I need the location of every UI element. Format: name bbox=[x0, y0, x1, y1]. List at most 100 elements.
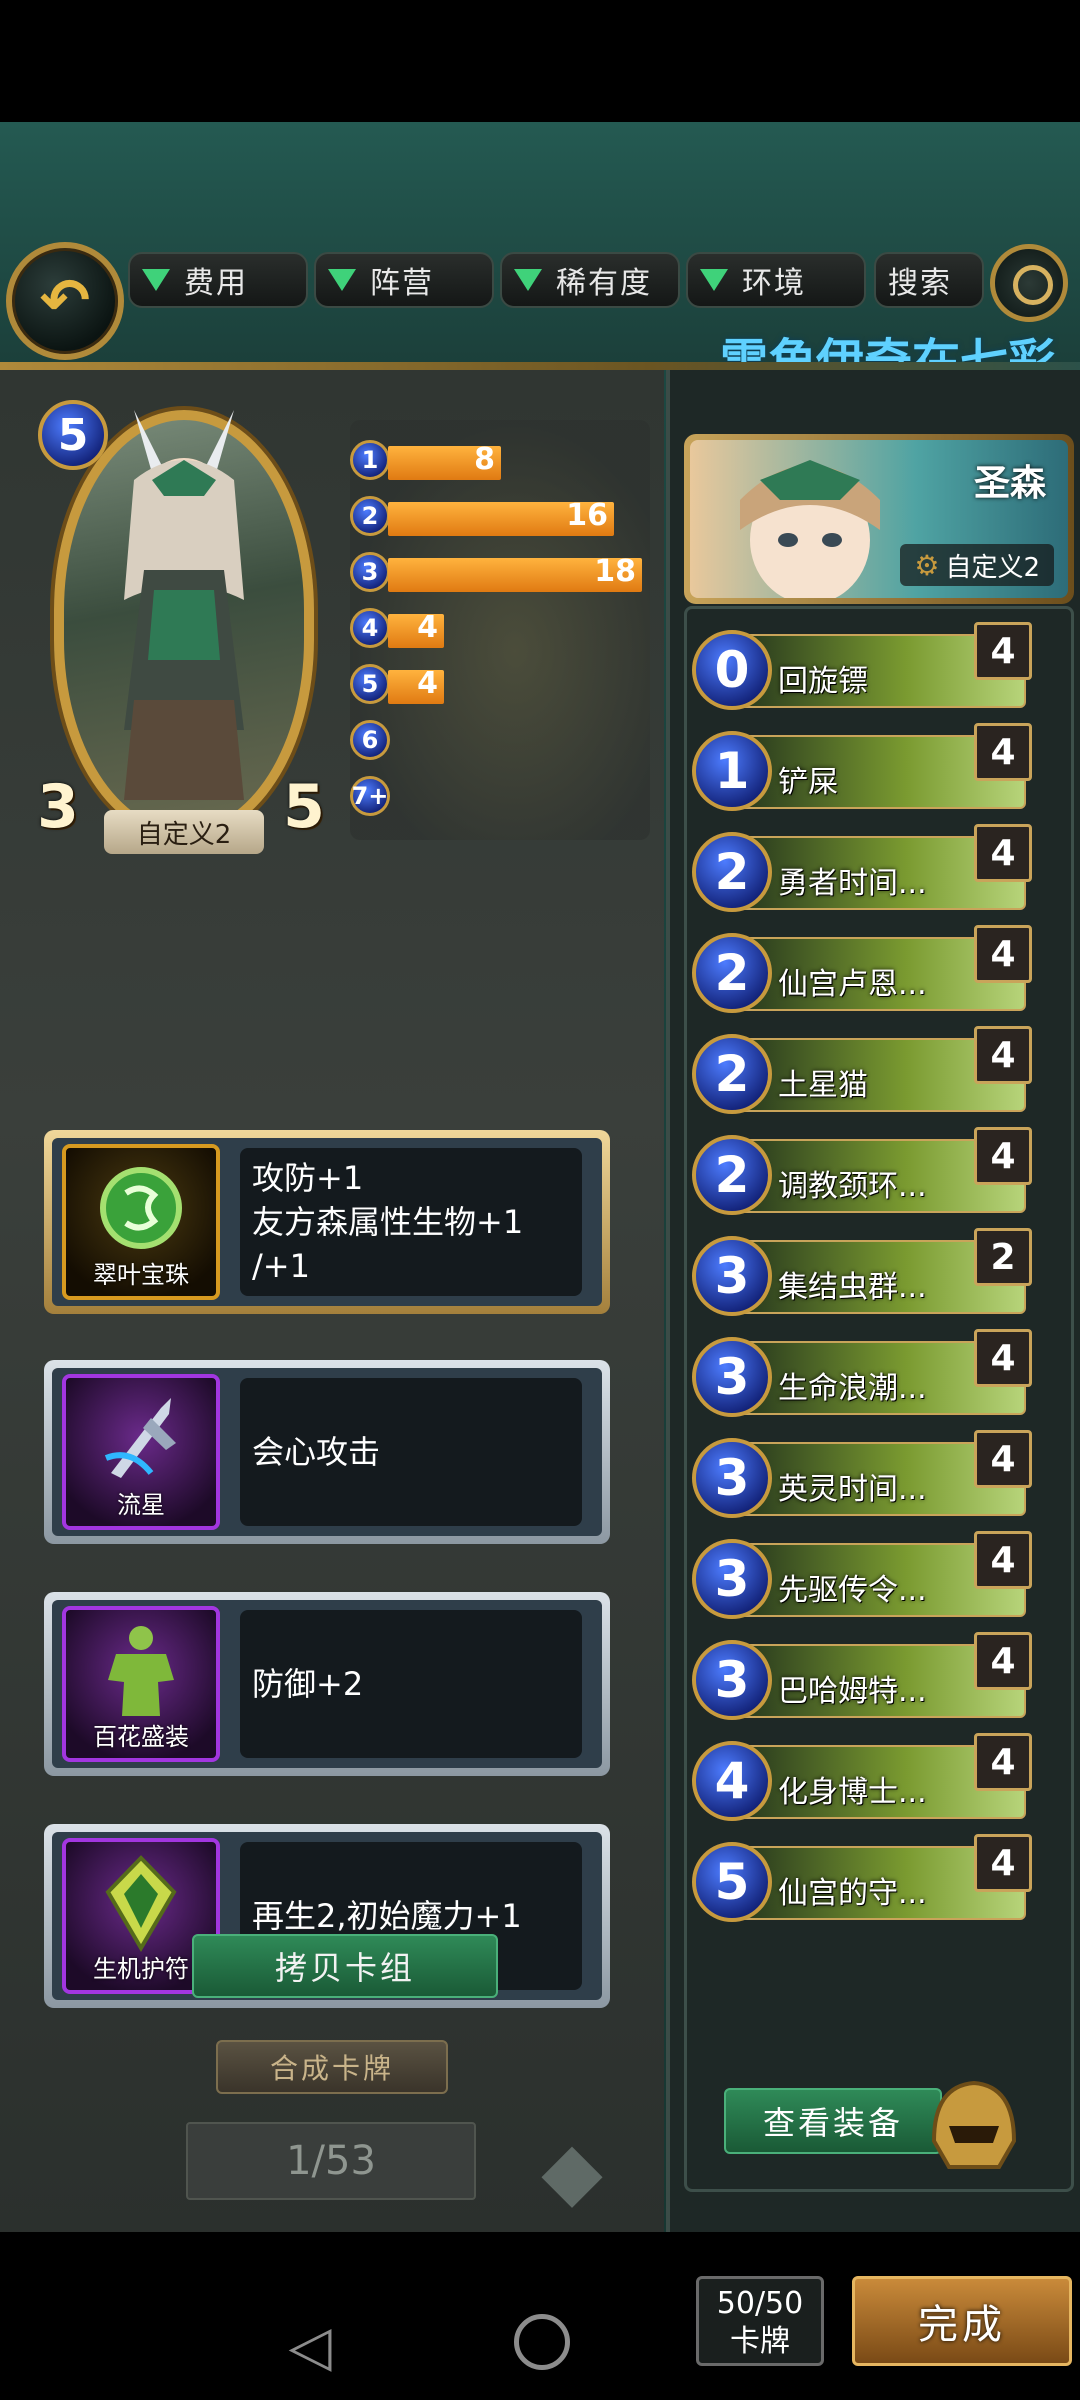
card-list-item[interactable]: 5 仙宫的守... 4 bbox=[692, 1834, 1032, 1924]
filter-rarity-label: 稀有度 bbox=[556, 266, 652, 301]
mana-curve-row: 7+ bbox=[350, 774, 650, 818]
card-list-item[interactable]: 3 巴哈姆特... 4 bbox=[692, 1632, 1032, 1722]
card-cost-gem: 0 bbox=[692, 630, 772, 710]
card-copy-count: 4 bbox=[974, 1430, 1032, 1488]
mana-curve-count: 18 bbox=[594, 554, 636, 589]
chevron-down-icon bbox=[142, 269, 170, 291]
back-arrow-icon: ↶ bbox=[39, 266, 91, 336]
equipment-desc-line: 再生2,初始魔力+1 bbox=[252, 1897, 522, 1935]
hero-name: 圣森 bbox=[973, 463, 1046, 504]
card-copy-count: 4 bbox=[974, 1329, 1032, 1387]
orb-icon bbox=[66, 1158, 216, 1258]
card-list[interactable]: 0 回旋镖 4 1 铲屎 4 2 勇者时间... 4 2 仙宫卢恩... 4 2 土星猫 4 2 调教颈环...… bbox=[692, 622, 1036, 2030]
done-button-overlay[interactable]: 完成 bbox=[852, 2276, 1072, 2366]
search-field[interactable]: 搜索 bbox=[874, 252, 984, 308]
card-copy-count: 2 bbox=[974, 1228, 1032, 1286]
mana-curve-count: 16 bbox=[566, 498, 608, 533]
equipment-icon-box: 百花盛装 bbox=[62, 1606, 220, 1762]
card-name: 巴哈姆特... bbox=[778, 1674, 927, 1709]
search-label: 搜索 bbox=[888, 266, 952, 301]
card-cost-gem: 3 bbox=[692, 1640, 772, 1720]
mana-curve-count: 8 bbox=[474, 442, 495, 477]
card-list-item[interactable]: 2 仙宫卢恩... 4 bbox=[692, 925, 1032, 1015]
character-name: 自定义2 bbox=[104, 810, 264, 854]
card-cost-gem: 2 bbox=[692, 1135, 772, 1215]
character-card[interactable]: 5 3 5 自定义2 bbox=[14, 370, 334, 870]
card-copy-count: 4 bbox=[974, 1632, 1032, 1690]
equipment-description: 会心攻击 bbox=[240, 1378, 582, 1526]
card-copy-count: 4 bbox=[974, 723, 1032, 781]
character-attack: 3 bbox=[37, 772, 79, 842]
mana-curve-count: 4 bbox=[417, 610, 438, 645]
mana-cost-gem: 6 bbox=[350, 720, 390, 760]
equipment-slot-3[interactable]: 百花盛装 防御+2 bbox=[44, 1592, 610, 1776]
deck-count-value: 50/50 bbox=[716, 2286, 804, 2321]
filter-cost[interactable]: 费用 bbox=[128, 252, 308, 308]
card-list-item[interactable]: 1 铲屎 4 bbox=[692, 723, 1032, 813]
filter-faction[interactable]: 阵营 bbox=[314, 252, 494, 308]
filter-environment[interactable]: 环境 bbox=[686, 252, 866, 308]
mana-cost-gem: 7+ bbox=[350, 776, 390, 816]
card-copy-count: 4 bbox=[974, 1733, 1032, 1791]
mana-cost-gem: 2 bbox=[350, 496, 390, 536]
chevron-down-icon bbox=[700, 269, 728, 291]
next-page-icon[interactable]: ◆ bbox=[524, 2122, 620, 2218]
character-portrait bbox=[124, 410, 244, 800]
card-name: 集结虫群... bbox=[778, 1270, 927, 1305]
back-button[interactable]: ↶ bbox=[6, 242, 124, 360]
card-copy-count: 4 bbox=[974, 1127, 1032, 1185]
spear-icon bbox=[66, 1388, 216, 1488]
nav-back-icon[interactable]: ◁ bbox=[280, 2314, 340, 2379]
card-name: 回旋镖 bbox=[778, 664, 868, 699]
card-name: 调教颈环... bbox=[778, 1169, 927, 1204]
equipment-desc-line: /+1 bbox=[252, 1247, 310, 1285]
equipment-description: 防御+2 bbox=[240, 1610, 582, 1758]
card-list-item[interactable]: 0 回旋镖 4 bbox=[692, 622, 1032, 712]
equipment-slot-2[interactable]: 流星 会心攻击 bbox=[44, 1360, 610, 1544]
card-cost-gem: 3 bbox=[692, 1236, 772, 1316]
equipment-desc-line: 攻防+1 bbox=[252, 1159, 364, 1197]
equipment-name: 流星 bbox=[117, 1491, 165, 1519]
card-list-item[interactable]: 3 生命浪潮... 4 bbox=[692, 1329, 1032, 1419]
equipment-name: 翠叶宝珠 bbox=[93, 1261, 189, 1289]
mana-cost-gem: 3 bbox=[350, 552, 390, 592]
character-cost-gem: 5 bbox=[38, 400, 108, 470]
card-name: 化身博士... bbox=[778, 1775, 927, 1810]
card-copy-count: 4 bbox=[974, 1834, 1032, 1892]
filter-environment-label: 环境 bbox=[742, 266, 806, 301]
hero-portrait bbox=[740, 460, 880, 598]
mana-curve-row: 2 16 bbox=[350, 494, 650, 538]
card-list-item[interactable]: 3 先驱传令... 4 bbox=[692, 1531, 1032, 1621]
filter-rarity[interactable]: 稀有度 bbox=[500, 252, 680, 308]
nav-home-icon[interactable] bbox=[514, 2314, 570, 2370]
card-list-item[interactable]: 3 英灵时间... 4 bbox=[692, 1430, 1032, 1520]
status-bar bbox=[0, 0, 1080, 122]
card-list-item[interactable]: 4 化身博士... 4 bbox=[692, 1733, 1032, 1823]
card-copy-count: 4 bbox=[974, 1531, 1032, 1589]
card-list-item[interactable]: 3 集结虫群... 2 bbox=[692, 1228, 1032, 1318]
card-cost-gem: 3 bbox=[692, 1539, 772, 1619]
equipment-icon-box: 流星 bbox=[62, 1374, 220, 1530]
equipment-slot-1[interactable]: 翠叶宝珠 攻防+1 友方森属性生物+1 /+1 bbox=[44, 1130, 610, 1314]
hero-subtitle: 自定义2 bbox=[945, 552, 1040, 583]
card-cost-gem: 3 bbox=[692, 1438, 772, 1518]
hero-art: 圣森 ⚙ 自定义2 bbox=[690, 440, 1068, 598]
filter-cost-label: 费用 bbox=[184, 266, 248, 301]
chevron-down-icon bbox=[514, 269, 542, 291]
divider bbox=[0, 362, 1080, 370]
card-list-item[interactable]: 2 勇者时间... 4 bbox=[692, 824, 1032, 914]
gear-icon: ⚙ bbox=[914, 548, 940, 582]
card-list-item[interactable]: 2 调教颈环... 4 bbox=[692, 1127, 1032, 1217]
synthesize-card-button[interactable]: 合成卡牌 bbox=[216, 2040, 448, 2094]
card-cost-gem: 2 bbox=[692, 1034, 772, 1114]
hero-banner[interactable]: 圣森 ⚙ 自定义2 bbox=[684, 434, 1074, 604]
card-name: 生命浪潮... bbox=[778, 1371, 927, 1406]
equipment-desc-line: 会心攻击 bbox=[252, 1433, 381, 1471]
search-icon[interactable] bbox=[990, 244, 1068, 322]
mana-curve-row: 3 18 bbox=[350, 550, 650, 594]
mana-curve-row: 44 bbox=[350, 606, 650, 650]
copy-deck-button[interactable]: 拷贝卡组 bbox=[192, 1934, 498, 1998]
card-list-item[interactable]: 2 土星猫 4 bbox=[692, 1026, 1032, 1116]
chevron-down-icon bbox=[328, 269, 356, 291]
equipment-name: 百花盛装 bbox=[93, 1723, 189, 1751]
